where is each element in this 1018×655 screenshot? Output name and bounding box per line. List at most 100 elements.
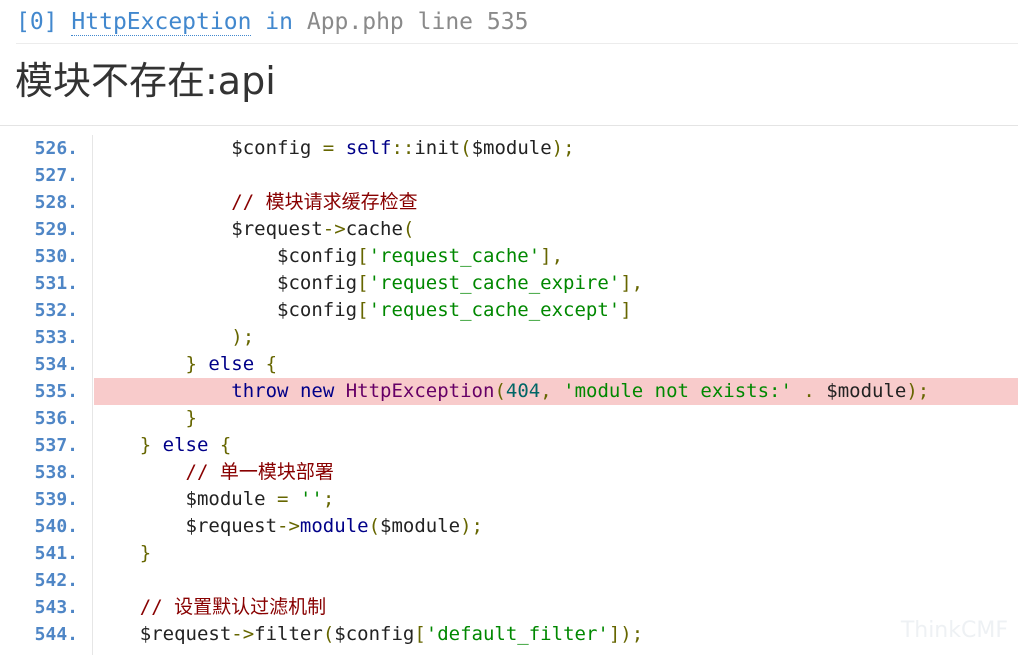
code-line-highlighted: 535. throw new HttpException(404, 'modul… <box>0 378 1018 405</box>
code-line: 527. <box>0 162 1018 189</box>
code-line: 528. // 模块请求缓存检查 <box>0 189 1018 216</box>
code-token: -> <box>277 515 300 537</box>
source-code-viewer[interactable]: 526. $config = self::init($module);527.5… <box>0 135 1018 655</box>
line-number: 544. <box>34 624 78 645</box>
code-token: ( <box>402 218 415 240</box>
line-number: 535 <box>486 9 529 35</box>
code-token: ); <box>551 137 575 159</box>
line-number: 532. <box>34 300 78 321</box>
code-token: else <box>208 353 255 375</box>
line-number: 528. <box>34 192 78 213</box>
code-token: = <box>277 488 289 510</box>
code-token: 'request_cache_expire' <box>368 272 621 294</box>
code-text: ); <box>94 324 1018 351</box>
code-line: 536. } <box>0 405 1018 432</box>
code-token: 'module not exists:' <box>563 380 792 402</box>
code-text: $config['request_cache'], <box>94 243 1018 270</box>
code-token: $request <box>185 515 278 537</box>
code-token: throw <box>231 380 289 402</box>
code-token: else <box>162 434 209 456</box>
code-token: . <box>803 380 815 402</box>
code-line: 532. $config['request_cache_except'] <box>0 297 1018 324</box>
code-token: // 设置默认过滤机制 <box>139 596 327 618</box>
code-text: } else { <box>94 432 1018 459</box>
code-token: 'request_cache' <box>368 245 541 267</box>
exception-message: 模块不存在:api <box>15 59 276 103</box>
code-token: } <box>139 434 152 456</box>
code-token: { <box>219 434 232 456</box>
exception-page: [0] HttpException in App.php line 535 模块… <box>0 0 1018 655</box>
code-token: 'default_filter' <box>425 623 609 645</box>
code-line: 541. } <box>0 540 1018 567</box>
line-number: 534. <box>34 354 78 375</box>
code-token: '' <box>299 488 323 510</box>
code-token: [ <box>357 272 369 294</box>
code-token: ( <box>494 380 506 402</box>
code-text: throw new HttpException(404, 'module not… <box>94 378 1018 405</box>
code-token: 404 <box>505 380 541 402</box>
code-text: // 模块请求缓存检查 <box>94 189 1018 216</box>
code-token: } <box>185 353 197 375</box>
code-token: ( <box>460 137 472 159</box>
line-number: 527. <box>34 165 78 186</box>
code-text: // 设置默认过滤机制 <box>94 594 1018 621</box>
code-text: $config['request_cache_expire'], <box>94 270 1018 297</box>
code-token: $module <box>380 515 461 537</box>
code-text: } <box>94 405 1018 432</box>
exception-header: [0] HttpException in App.php line 535 模块… <box>0 0 1018 126</box>
code-text: $request->cache( <box>94 216 1018 243</box>
line-number: 541. <box>34 543 78 564</box>
code-line: 543. // 设置默认过滤机制 <box>0 594 1018 621</box>
code-text: $config['request_cache_except'] <box>94 297 1018 324</box>
code-line: 534. } else { <box>0 351 1018 378</box>
code-token: // 模块请求缓存检查 <box>231 191 418 213</box>
in-word: in <box>265 9 293 35</box>
code-token: ], <box>540 245 564 267</box>
code-token: filter <box>254 623 323 645</box>
code-token: , <box>540 380 552 402</box>
code-token: } <box>185 407 197 429</box>
code-line: 539. $module = ''; <box>0 486 1018 513</box>
code-line: 542. <box>0 567 1018 594</box>
code-token: = <box>322 137 335 159</box>
code-token: [ <box>414 623 426 645</box>
code-token: [ <box>357 299 369 321</box>
code-token: ); <box>231 326 255 348</box>
code-token: ); <box>906 380 930 402</box>
code-text: } else { <box>94 351 1018 378</box>
code-text: $request->module($module); <box>94 513 1018 540</box>
code-token: -> <box>322 218 346 240</box>
code-token: } <box>139 542 152 564</box>
code-token: $config <box>277 299 358 321</box>
code-token: $config <box>277 272 358 294</box>
code-line: 544. $request->filter($config['default_f… <box>0 621 1018 648</box>
code-token: $request <box>139 623 232 645</box>
code-token: ], <box>620 272 644 294</box>
code-token: ); <box>460 515 483 537</box>
code-token: new <box>299 380 335 402</box>
code-token: // 单一模块部署 <box>185 461 334 483</box>
line-number: 535. <box>34 381 78 402</box>
code-text: } <box>94 540 1018 567</box>
code-token: $request <box>231 218 323 240</box>
code-token: { <box>265 353 278 375</box>
code-token: init <box>414 137 461 159</box>
code-line: 526. $config = self::init($module); <box>0 135 1018 162</box>
line-number: 543. <box>34 597 78 618</box>
code-token: ( <box>368 515 381 537</box>
code-token: $config <box>231 137 323 159</box>
line-number: 533. <box>34 327 78 348</box>
exception-class-link[interactable]: HttpException <box>71 9 252 36</box>
line-number: 540. <box>34 516 78 537</box>
code-token: HttpException <box>345 380 495 402</box>
code-token: 'request_cache_except' <box>368 299 621 321</box>
line-number: 531. <box>34 273 78 294</box>
